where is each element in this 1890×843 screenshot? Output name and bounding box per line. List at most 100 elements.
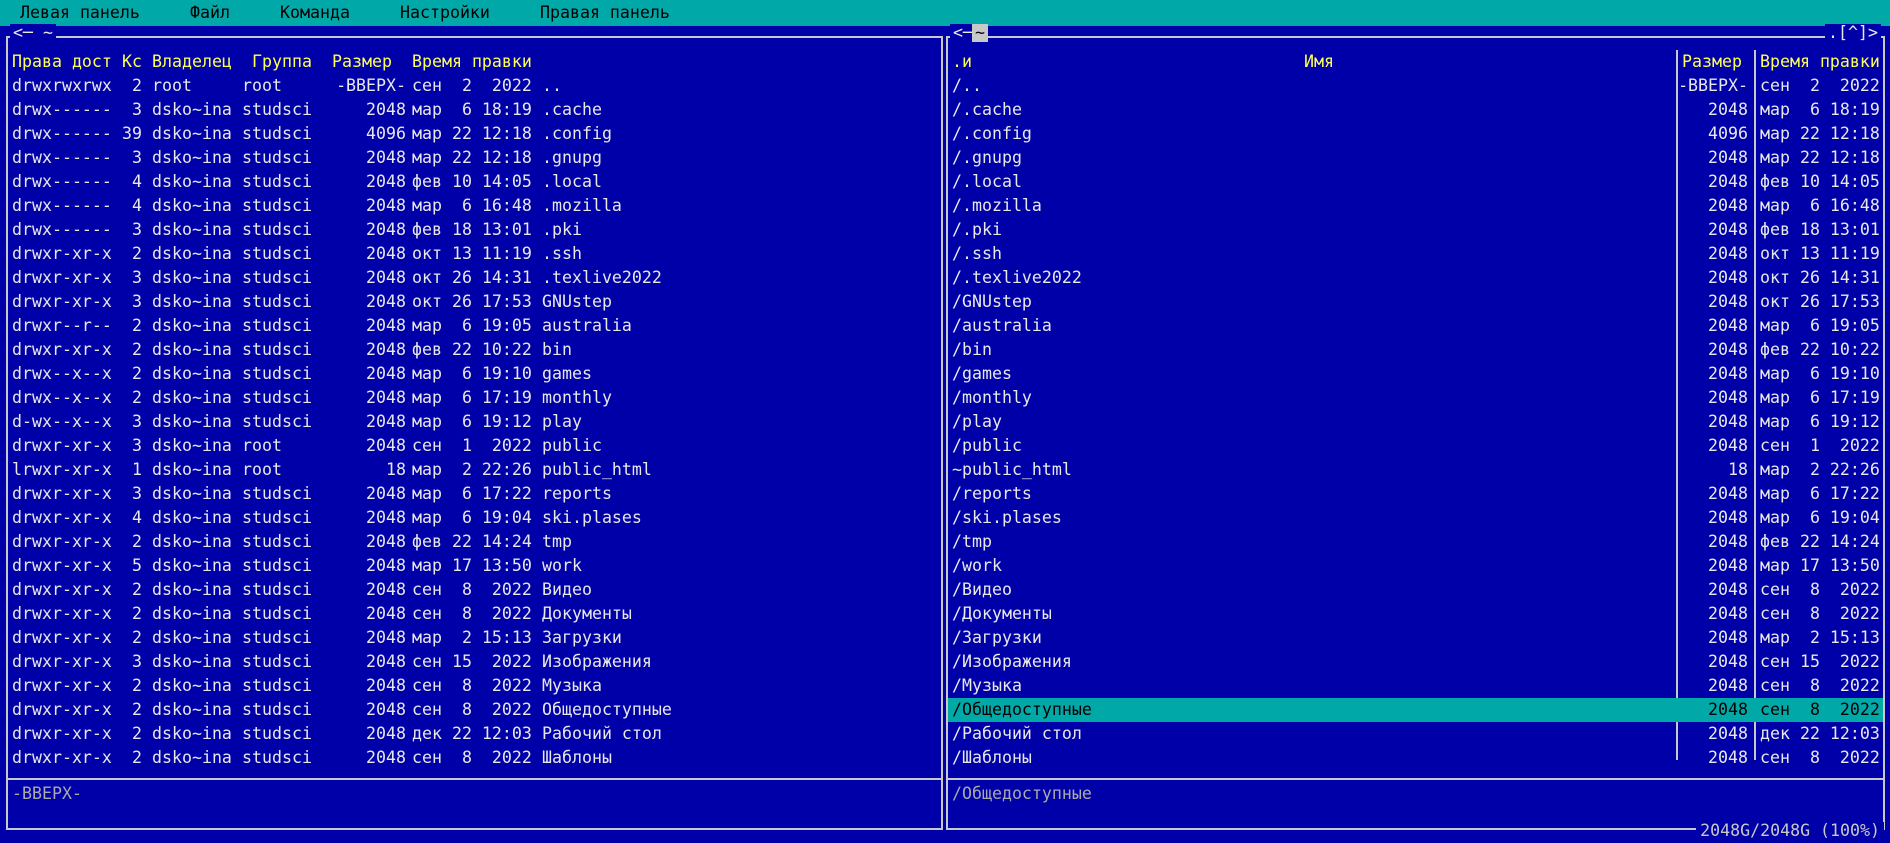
table-row[interactable]: /Изображения 2048 сен 15 2022 [948,650,1883,674]
cell-date: мар 6 19:04 [1760,508,1880,527]
table-row[interactable]: drwxr-xr-x 2 dsko~ina studsci 2048 фев 22 10:… [8,338,941,362]
menu-file[interactable]: Файл [190,0,230,26]
table-row[interactable]: drwxr-xr-x 2 dsko~ina studsci 2048 сен 8 2022… [8,602,941,626]
table-row[interactable]: /.pki 2048 фев 18 13:01 [948,218,1883,242]
table-row[interactable]: drwxr-xr-x 3 dsko~ina studsci 2048 сен 15 202… [8,650,941,674]
table-row[interactable]: /Загрузки 2048 мар 2 15:13 [948,626,1883,650]
col-header-sort[interactable]: .и [952,50,972,74]
table-row[interactable]: drwx------ 39 dsko~ina studsci 4096 мар 22 12… [8,122,941,146]
table-row[interactable]: drwx--x--x 2 dsko~ina studsci 2048 мар 6 17:1… [8,386,941,410]
col-header-mtime[interactable]: Время правки [412,50,532,74]
table-row[interactable]: drwxr-xr-x 2 dsko~ina studsci 2048 сен 8 2022… [8,674,941,698]
table-row[interactable]: drwxr-xr-x 2 dsko~ina studsci 2048 дек 22 12:… [8,722,941,746]
table-row[interactable]: /.cache 2048 мар 6 18:19 [948,98,1883,122]
table-row[interactable]: /work 2048 мар 17 13:50 [948,554,1883,578]
table-row[interactable]: /Шаблоны 2048 сен 8 2022 [948,746,1883,770]
table-row[interactable]: /Музыка 2048 сен 8 2022 [948,674,1883,698]
cell-date: окт 26 17:53 [1760,292,1880,311]
table-row[interactable]: /.mozilla 2048 мар 6 16:48 [948,194,1883,218]
cell-links: 3 [132,652,142,671]
table-row[interactable]: drwxr-xr-x 5 dsko~ina studsci 2048 мар 17 13:… [8,554,941,578]
right-panel-title-path[interactable]: ~ [972,24,988,42]
cell-perms: drwxr-xr-x [12,652,112,671]
table-row-selected[interactable]: /Общедоступные 2048 сен 8 2022 [948,698,1883,722]
table-row[interactable]: /.gnupg 2048 мар 22 12:18 [948,146,1883,170]
table-row[interactable]: drwxr--r-- 2 dsko~ina studsci 2048 мар 6 19:0… [8,314,941,338]
table-row[interactable]: drwxrwxrwx 2 root root -ВВЕРХ-сен 2 2022.. [8,74,941,98]
table-row[interactable]: /Документы 2048 сен 8 2022 [948,602,1883,626]
table-row[interactable]: /play 2048 мар 6 19:12 [948,410,1883,434]
cell-date: сен 15 2022 [1760,652,1880,671]
table-row[interactable]: lrwxr-xr-x 1 dsko~ina root 18 мар 2 22:26 publ… [8,458,941,482]
table-row[interactable]: /.. -ВВЕРХ-сен 2 2022 [948,74,1883,98]
cell-name: /GNUstep [952,292,1032,311]
left-panel[interactable]: <─ ~ Права дост Кс Владелец Группа Разме… [6,24,943,830]
table-row[interactable]: drwx------ 4 dsko~ina studsci 2048 мар 6 16:4… [8,194,941,218]
table-row[interactable]: drwxr-xr-x 2 dsko~ina studsci 2048 сен 8 2022… [8,746,941,770]
table-row[interactable]: drwxr-xr-x 4 dsko~ina studsci 2048 мар 6 19:0… [8,506,941,530]
table-row[interactable]: /.texlive2022 2048 окт 26 14:31 [948,266,1883,290]
table-row[interactable]: ~public_html 18 мар 2 22:26 [948,458,1883,482]
cell-size: 2048 [366,676,406,695]
table-row[interactable]: drwx--x--x 2 dsko~ina studsci 2048 мар 6 19:1… [8,362,941,386]
cell-name: /Общедоступные [952,700,1092,719]
col-header-group[interactable]: Группа [252,50,312,74]
right-panel-corner-controls[interactable]: .[^]> [1825,24,1881,42]
col-header-perms[interactable]: Права дост [12,50,112,74]
table-row[interactable]: /GNUstep 2048 окт 26 17:53 [948,290,1883,314]
col-header-mtime[interactable]: Время правки [1760,50,1880,74]
col-header-owner[interactable]: Владелец [152,50,232,74]
menu-settings[interactable]: Настройки [400,0,490,26]
col-header-size[interactable]: Размер [332,50,392,74]
left-panel-title[interactable]: <─ ~ [10,24,56,42]
cell-size: -ВВЕРХ- [1678,76,1748,95]
table-row[interactable]: drwxr-xr-x 3 dsko~ina studsci 2048 мар 6 17:2… [8,482,941,506]
menu-command[interactable]: Команда [280,0,350,26]
table-row[interactable]: drwx------ 3 dsko~ina studsci 2048 мар 6 18:1… [8,98,941,122]
table-row[interactable]: drwxr-xr-x 2 dsko~ina studsci 2048 сен 8 2022… [8,578,941,602]
table-row[interactable]: drwx------ 4 dsko~ina studsci 2048 фев 10 14:… [8,170,941,194]
table-row[interactable]: drwxr-xr-x 2 dsko~ina studsci 2048 мар 2 15:1… [8,626,941,650]
table-row[interactable]: /Видео 2048 сен 8 2022 [948,578,1883,602]
table-row[interactable]: /.config 4096 мар 22 12:18 [948,122,1883,146]
table-row[interactable]: drwxr-xr-x 2 dsko~ina studsci 2048 окт 13 11:… [8,242,941,266]
table-row[interactable]: /Рабочий стол 2048 дек 22 12:03 [948,722,1883,746]
table-row[interactable]: drwxr-xr-x 3 dsko~ina root 2048 сен 1 2022 pub… [8,434,941,458]
table-row[interactable]: /reports 2048 мар 6 17:22 [948,482,1883,506]
table-row[interactable]: /.ssh 2048 окт 13 11:19 [948,242,1883,266]
cell-perms: drwxr-xr-x [12,556,112,575]
table-row[interactable]: /public 2048 сен 1 2022 [948,434,1883,458]
cell-name: /Загрузки [952,628,1042,647]
right-panel[interactable]: <─ ~ .[^]> .и Имя Размер Время правки /.… [946,24,1885,830]
table-row[interactable]: /monthly 2048 мар 6 17:19 [948,386,1883,410]
table-row[interactable]: drwxr-xr-x 3 dsko~ina studsci 2048 окт 26 14:… [8,266,941,290]
table-row[interactable]: /.local 2048 фев 10 14:05 [948,170,1883,194]
table-row[interactable]: /ski.plases 2048 мар 6 19:04 [948,506,1883,530]
col-header-name[interactable]: Имя [1304,50,1334,74]
cell-name: Музыка [542,676,602,695]
cell-name: /Рабочий стол [952,724,1082,743]
cell-size: 2048 [1708,580,1748,599]
cell-date: мар 6 17:22 [1760,484,1880,503]
table-row[interactable]: /bin 2048 фев 22 10:22 [948,338,1883,362]
table-row[interactable]: /games 2048 мар 6 19:10 [948,362,1883,386]
cell-group: studsci [242,700,312,719]
table-row[interactable]: drwxr-xr-x 3 dsko~ina studsci 2048 окт 26 17:… [8,290,941,314]
cell-links: 2 [132,580,142,599]
col-header-size[interactable]: Размер [1682,50,1742,74]
table-row[interactable]: drwxr-xr-x 2 dsko~ina studsci 2048 фев 22 14:… [8,530,941,554]
col-header-links[interactable]: Кс [122,50,142,74]
table-row[interactable]: /australia 2048 мар 6 19:05 [948,314,1883,338]
table-row[interactable]: /tmp 2048 фев 22 14:24 [948,530,1883,554]
menu-right-panel[interactable]: Правая панель [540,0,670,26]
table-row[interactable]: d-wx--x--x 3 dsko~ina studsci 2048 мар 6 19:1… [8,410,941,434]
cell-links: 4 [132,172,142,191]
cell-size: 2048 [366,532,406,551]
table-row[interactable]: drwxr-xr-x 2 dsko~ina studsci 2048 сен 8 2022… [8,698,941,722]
cell-perms: drwxr-xr-x [12,724,112,743]
cell-owner: dsko~ina [152,316,232,335]
cell-size: 2048 [1708,316,1748,335]
cell-group: studsci [242,220,312,239]
table-row[interactable]: drwx------ 3 dsko~ina studsci 2048 мар 22 12:… [8,146,941,170]
table-row[interactable]: drwx------ 3 dsko~ina studsci 2048 фев 18 13:… [8,218,941,242]
